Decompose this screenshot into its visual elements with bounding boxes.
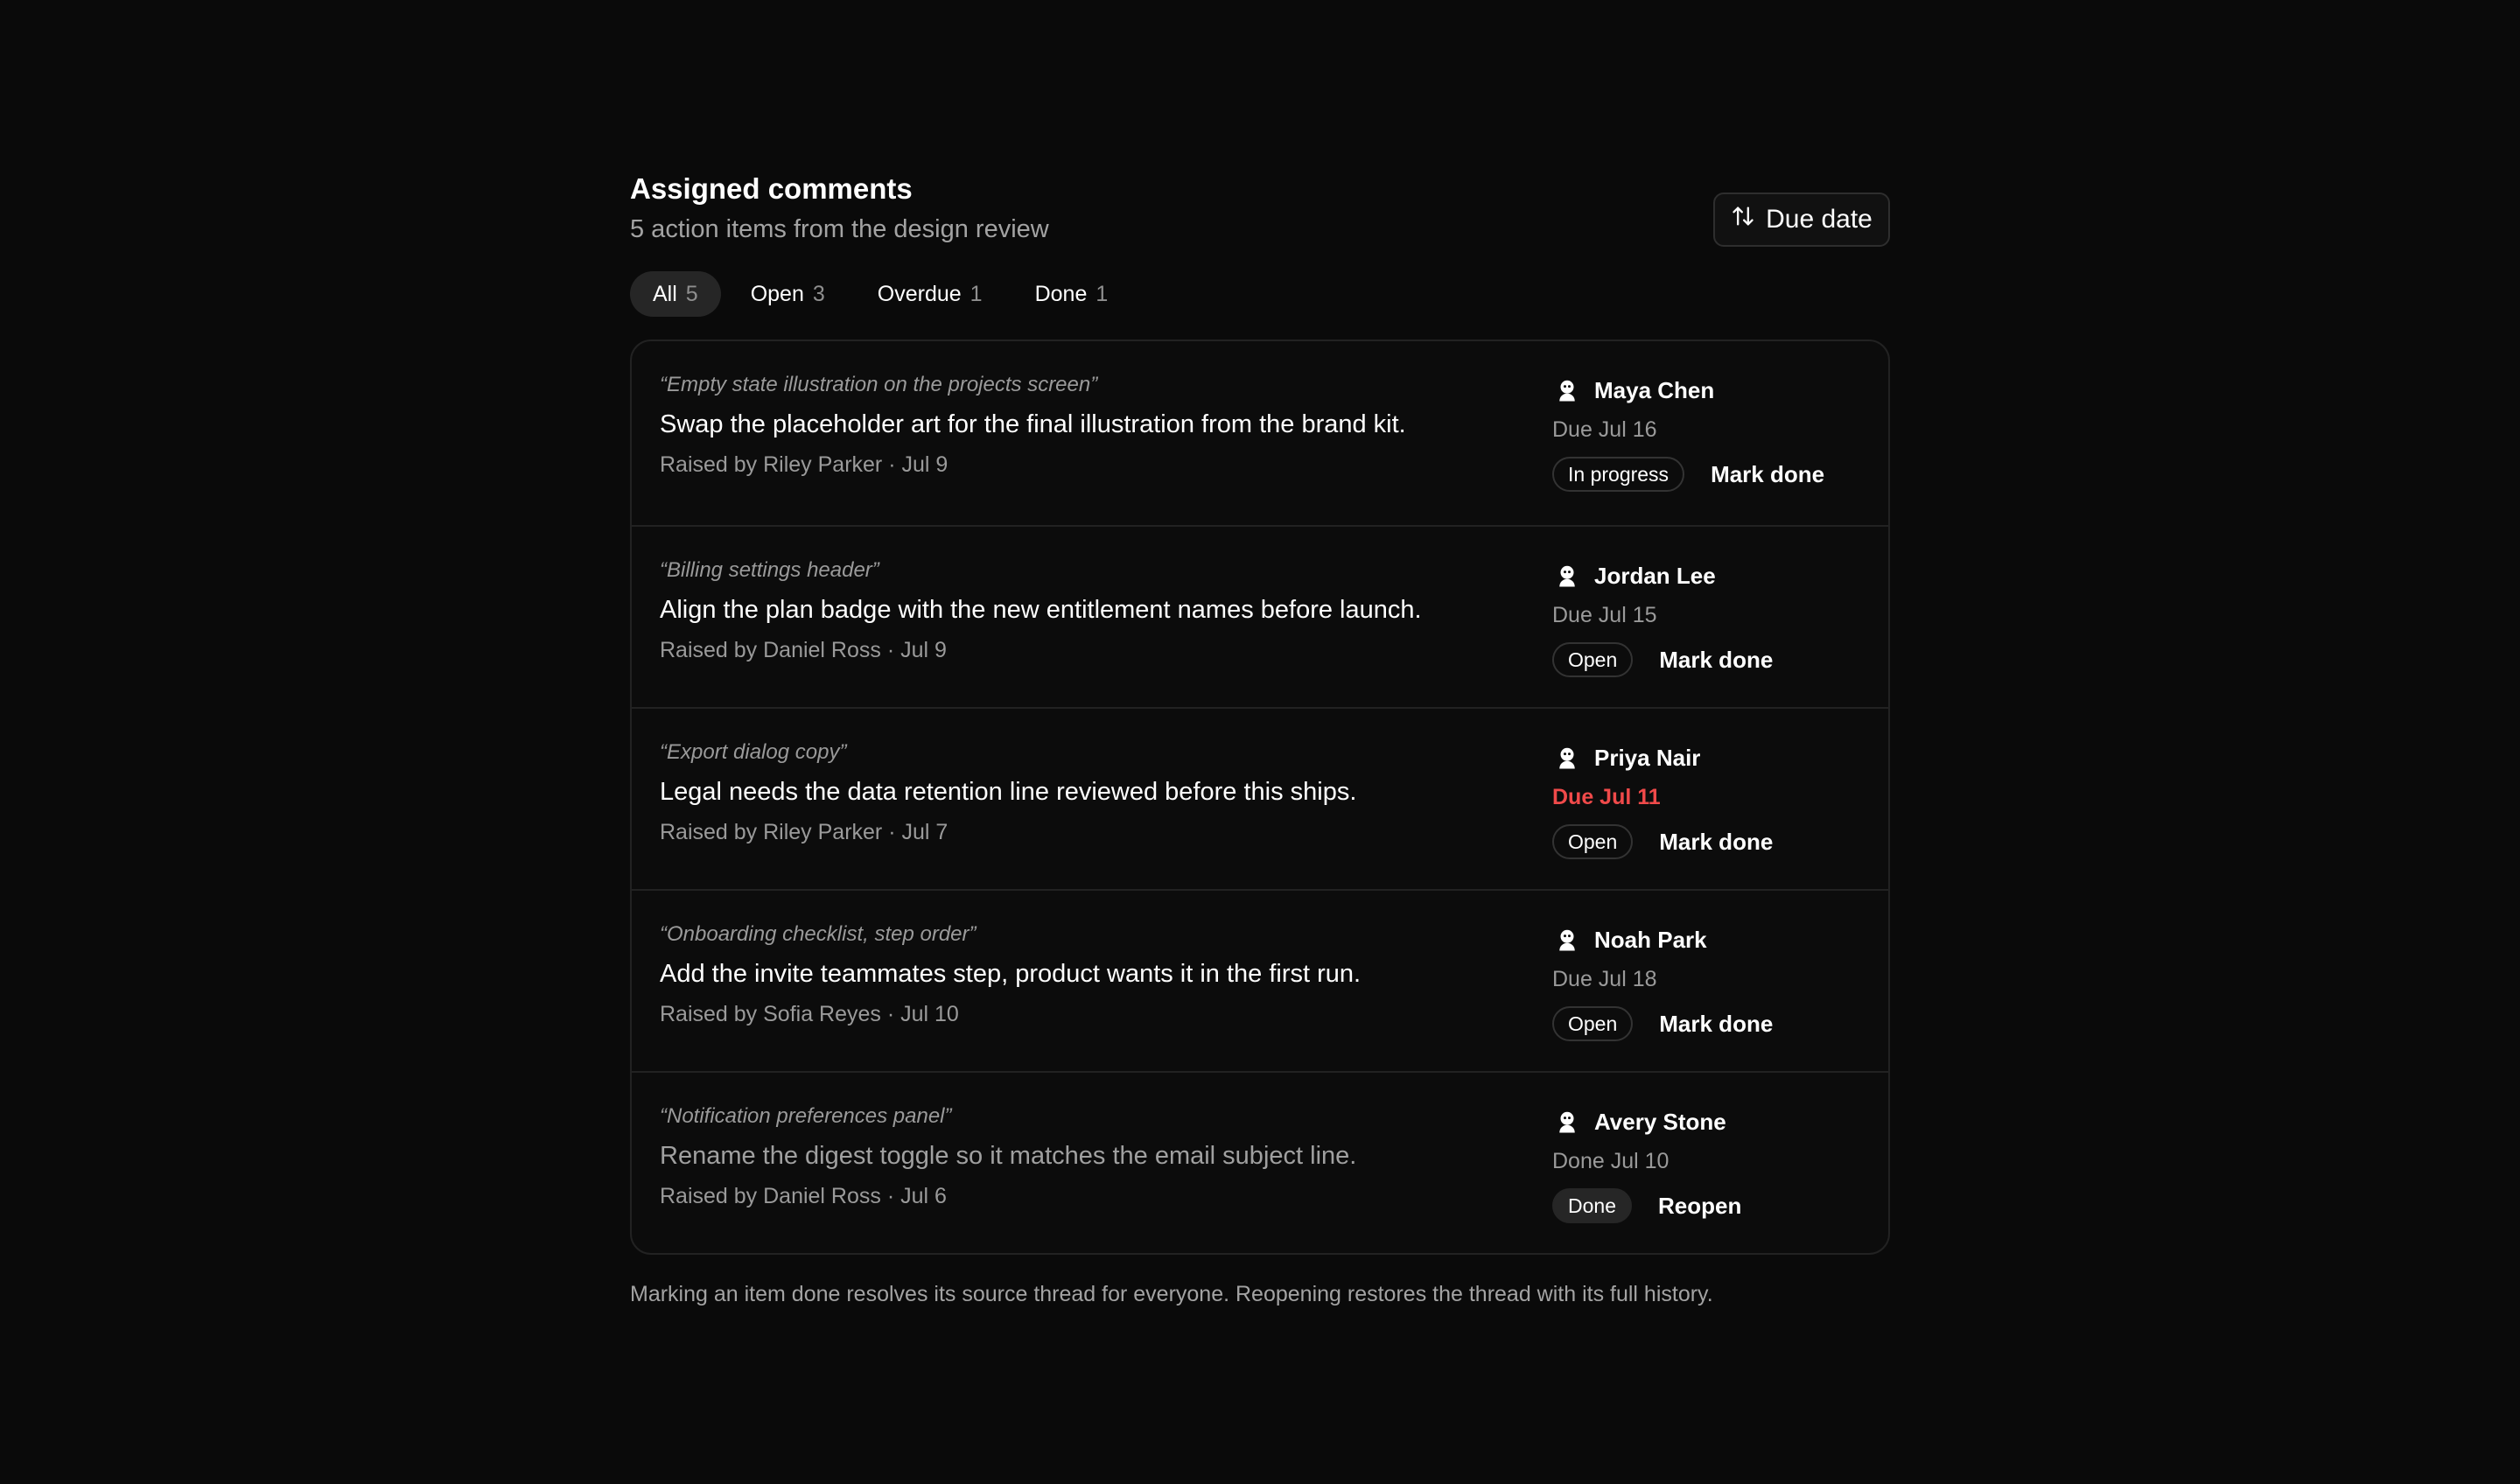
mark-done-button[interactable]: Mark done [1711,461,1824,488]
status-badge: Open [1552,824,1634,859]
item-raised-by: Raised by Riley Parker · Jul 7 [660,820,948,844]
item-text: Legal needs the data retention line revi… [660,778,1357,806]
filter-label: Done [1034,281,1088,306]
reopen-button[interactable]: Reopen [1658,1193,1741,1220]
sort-label: Due date [1766,205,1872,234]
item-meta: Jordan Lee Due Jul 15 Open Mark done [1552,558,1867,677]
list-item: “Onboarding checklist, step order” Add t… [632,889,1888,1071]
item-actions: Open Mark done [1552,824,1867,859]
assignee: Noah Park [1552,922,1867,957]
filter-count: 3 [812,281,825,306]
footnote: Marking an item done resolves its source… [630,1282,1713,1306]
assignee: Avery Stone [1552,1104,1867,1139]
filter-count: 1 [1096,281,1109,306]
item-actions: Open Mark done [1552,642,1867,677]
assignee-name: Priya Nair [1594,744,1701,771]
item-raised-by: Raised by Daniel Ross · Jul 9 [660,638,947,662]
list-item: “Notification preferences panel” Rename … [632,1071,1888,1253]
avatar-icon [1552,561,1582,591]
item-meta: Maya Chen Due Jul 16 In progress Mark do… [1552,373,1867,492]
item-text: Swap the placeholder art for the final i… [660,410,1406,438]
item-text: Rename the digest toggle so it matches t… [660,1142,1357,1170]
filter-count: 5 [685,281,698,306]
avatar-icon [1552,925,1582,955]
filter-overdue[interactable]: Overdue 1 [855,271,1005,317]
due-date-overdue: Due Jul 11 [1552,785,1661,809]
status-badge: In progress [1552,457,1685,492]
filter-open[interactable]: Open 3 [728,271,848,317]
assignee-name: Maya Chen [1594,376,1715,403]
avatar-icon [1552,375,1582,405]
status-badge: Open [1552,1006,1634,1041]
status-badge: Done [1552,1188,1632,1223]
item-content: “Export dialog copy” Legal needs the dat… [660,738,1535,847]
item-actions: Open Mark done [1552,1006,1867,1041]
item-content: “Notification preferences panel” Rename … [660,1102,1535,1211]
assignee-name: Avery Stone [1594,1108,1726,1135]
item-text: Align the plan badge with the new entitl… [660,596,1422,624]
sort-arrows-icon [1731,204,1755,235]
filter-label: All [653,281,677,306]
filter-all[interactable]: All 5 [630,271,721,317]
item-content: “Onboarding checklist, step order” Add t… [660,920,1535,1029]
filter-label: Overdue [877,281,962,306]
item-raised-by: Raised by Riley Parker · Jul 9 [660,452,948,477]
item-quote: “Billing settings header” [660,558,879,582]
filter-label: Open [750,281,804,306]
avatar-icon [1552,743,1582,773]
assignee-name: Noah Park [1594,926,1707,953]
comment-list: “Empty state illustration on the project… [630,340,1890,1255]
sort-button[interactable]: Due date [1713,192,1890,247]
item-actions: Done Reopen [1552,1188,1867,1223]
list-item: “Empty state illustration on the project… [632,341,1888,525]
item-content: “Billing settings header” Align the plan… [660,556,1535,665]
due-date: Due Jul 18 [1552,967,1657,991]
assigned-comments-panel: Assigned comments 5 action items from th… [630,166,1890,1309]
list-item: “Export dialog copy” Legal needs the dat… [632,707,1888,889]
mark-done-button[interactable]: Mark done [1659,1011,1773,1038]
item-actions: In progress Mark done [1552,457,1867,492]
item-meta: Avery Stone Done Jul 10 Done Reopen [1552,1104,1867,1223]
item-meta: Priya Nair Due Jul 11 Open Mark done [1552,740,1867,859]
panel-header: Assigned comments 5 action items from th… [630,166,1890,247]
assignee-name: Jordan Lee [1594,562,1716,589]
assignee: Jordan Lee [1552,558,1867,593]
done-date: Done Jul 10 [1552,1149,1670,1173]
item-quote: “Onboarding checklist, step order” [660,922,976,946]
assignee: Maya Chen [1552,373,1867,408]
filter-done[interactable]: Done 1 [1012,271,1131,317]
header-text: Assigned comments 5 action items from th… [630,166,1049,247]
item-quote: “Notification preferences panel” [660,1104,952,1128]
page-subtitle: 5 action items from the design review [630,215,1049,243]
item-content: “Empty state illustration on the project… [660,371,1535,480]
mark-done-button[interactable]: Mark done [1659,647,1773,674]
list-item: “Billing settings header” Align the plan… [632,525,1888,707]
due-date: Due Jul 15 [1552,603,1657,627]
status-badge: Open [1552,642,1634,677]
item-meta: Noah Park Due Jul 18 Open Mark done [1552,922,1867,1041]
item-text: Add the invite teammates step, product w… [660,960,1362,988]
item-quote: “Export dialog copy” [660,740,847,764]
filter-tabs: All 5 Open 3 Overdue 1 Done 1 [630,271,1890,317]
due-date: Due Jul 16 [1552,417,1657,442]
item-raised-by: Raised by Daniel Ross · Jul 6 [660,1184,947,1208]
item-quote: “Empty state illustration on the project… [660,373,1098,396]
item-raised-by: Raised by Sofia Reyes · Jul 10 [660,1002,959,1026]
avatar-icon [1552,1107,1582,1137]
page-title: Assigned comments [630,172,913,205]
assignee: Priya Nair [1552,740,1867,775]
mark-done-button[interactable]: Mark done [1659,829,1773,856]
filter-count: 1 [970,281,983,306]
